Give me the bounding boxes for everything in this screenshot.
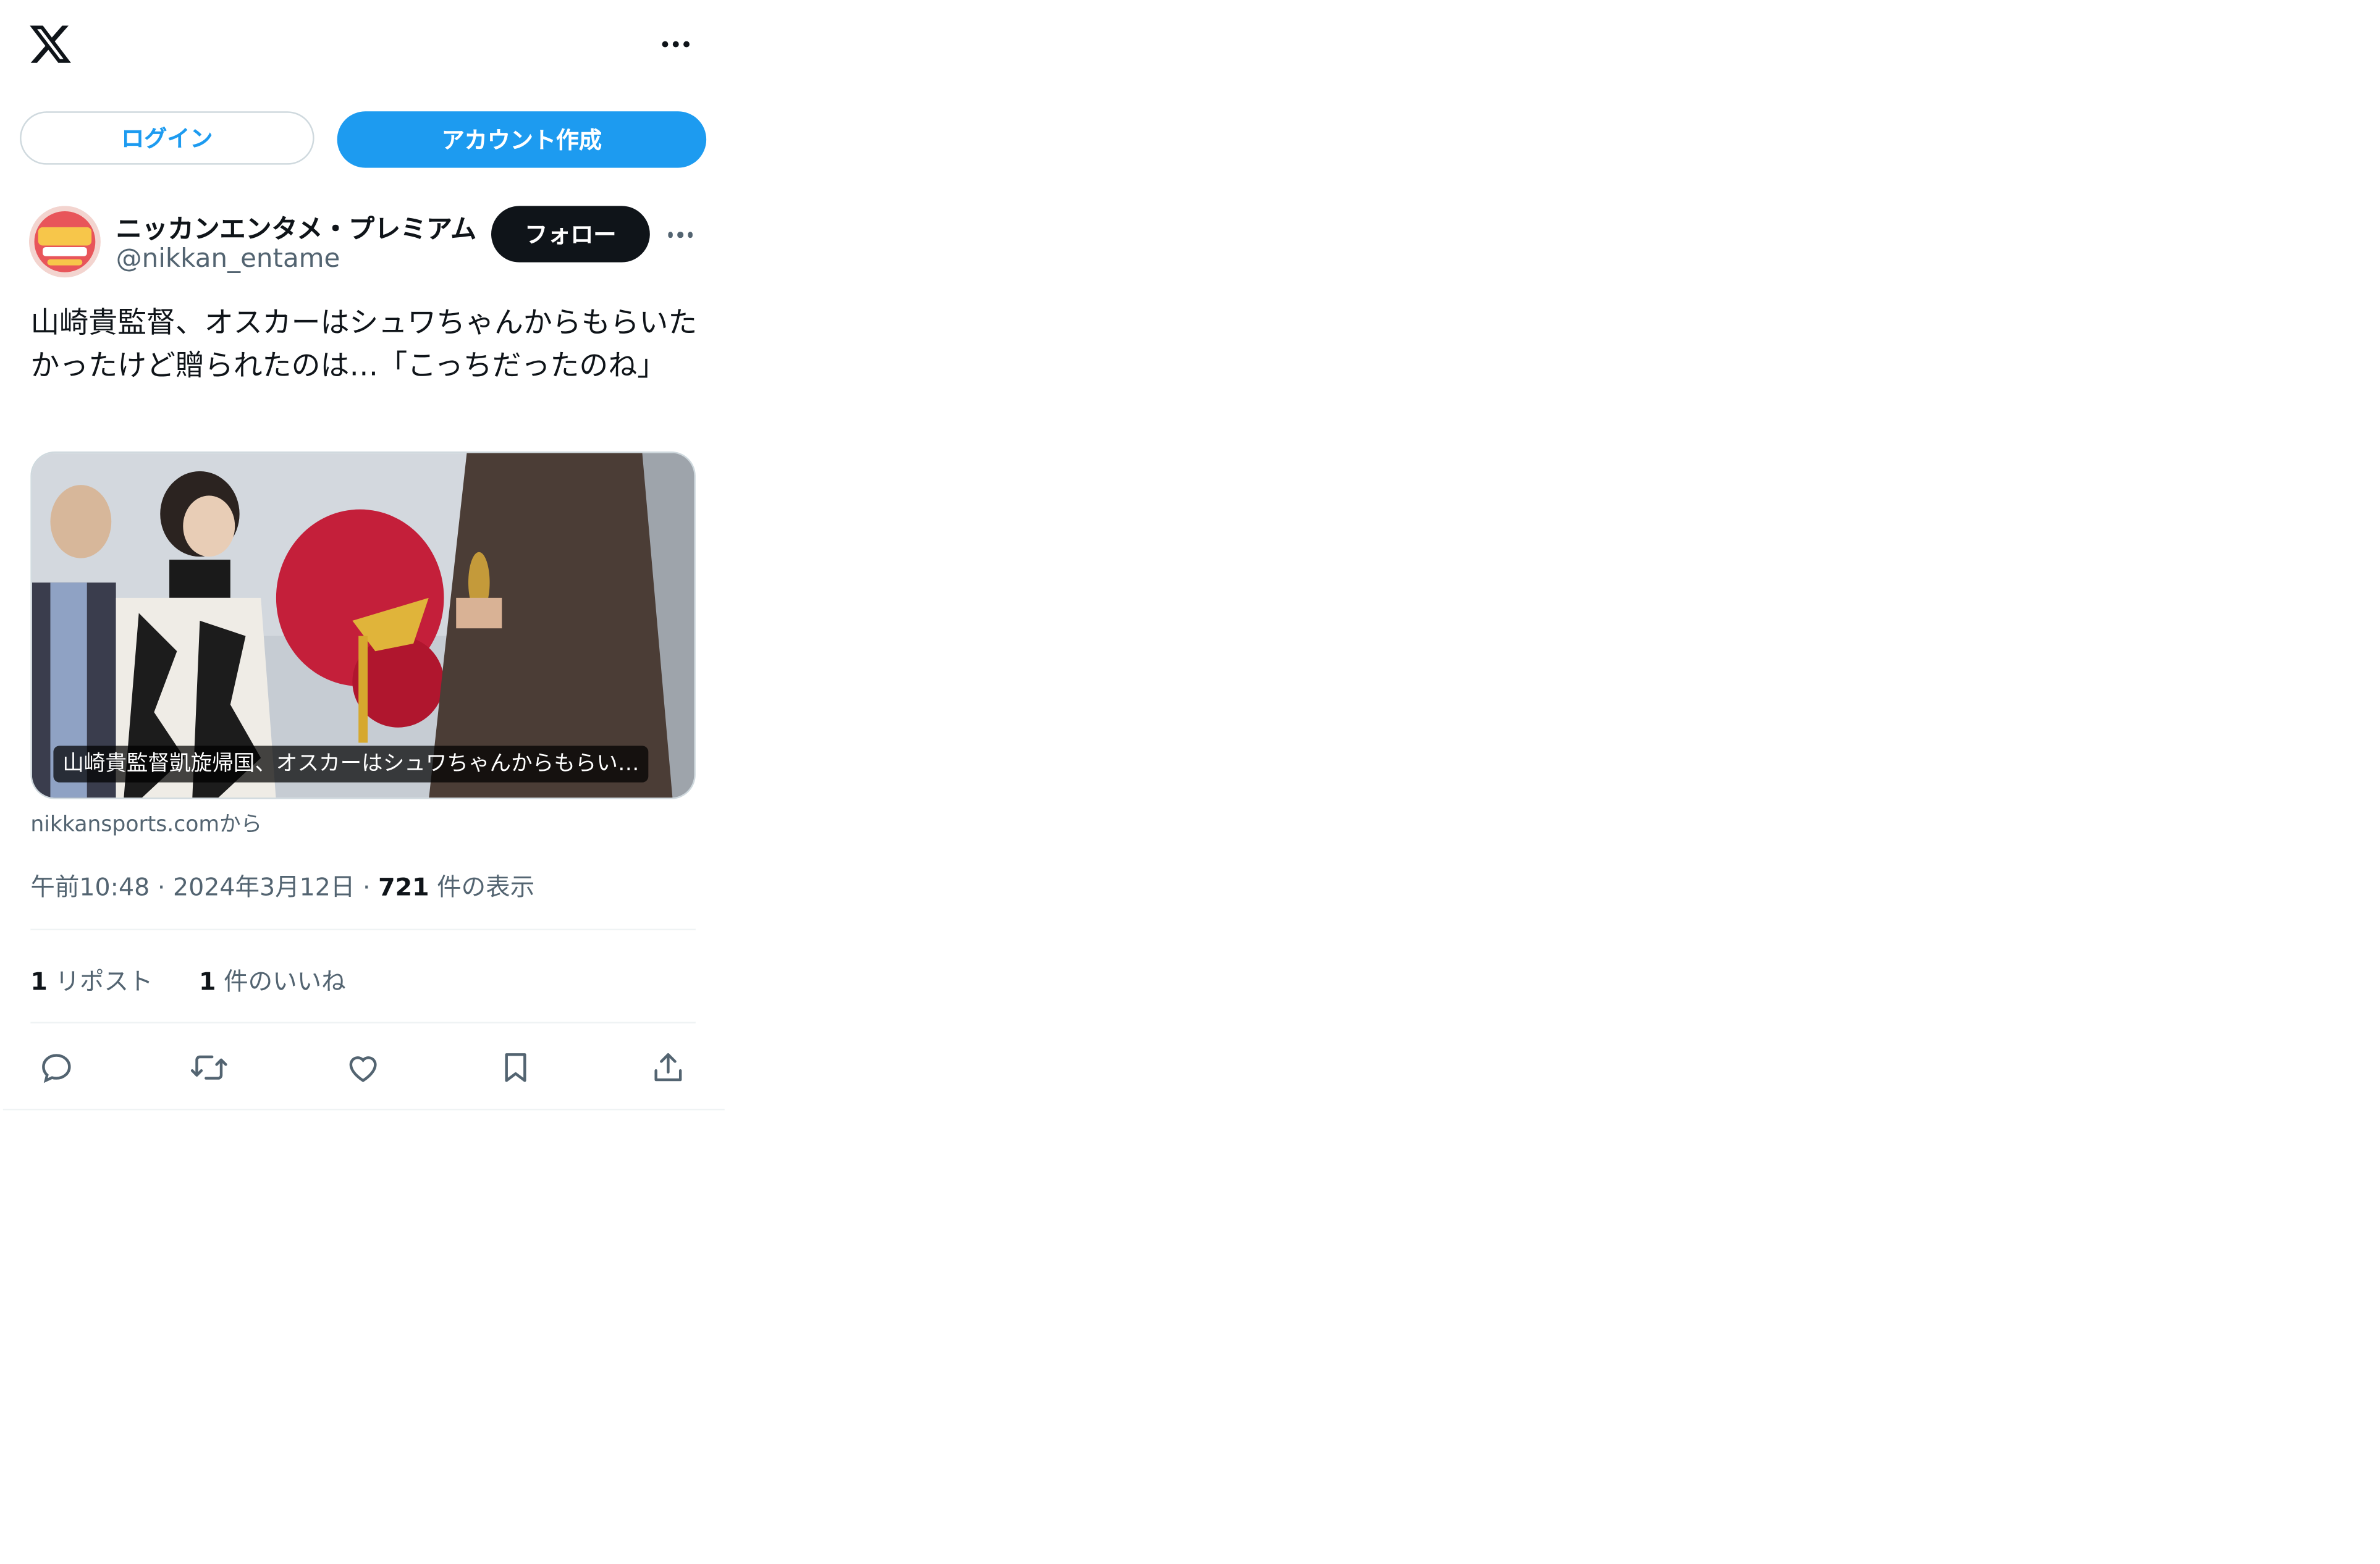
like-icon[interactable]	[337, 1041, 389, 1093]
divider	[2, 1108, 725, 1111]
tweet-text: 山崎貴監督、オスカーはシュワちゃんからもらいたかったけど贈られたのは…「こっちだ…	[30, 306, 698, 383]
tweet-more-icon[interactable]	[659, 218, 702, 251]
create-account-button[interactable]: アカウント作成	[337, 111, 707, 168]
reposts-label: リポスト	[55, 967, 153, 996]
card-caption: 山崎貴監督凱旋帰国、オスカーはシュワちゃんからもらい…	[53, 746, 649, 783]
x-logo-icon[interactable]	[27, 22, 73, 67]
likes-link[interactable]: 1 件のいいね	[199, 967, 346, 996]
reposts-link[interactable]: 1 リポスト	[30, 967, 161, 996]
link-card[interactable]: 山崎貴監督凱旋帰国、オスカーはシュワちゃんからもらい…	[30, 451, 696, 799]
action-bar	[0, 1041, 725, 1093]
views-count: 721	[378, 872, 429, 902]
tweet-meta: 午前10:48 · 2024年3月12日 · 721 件の表示	[30, 866, 534, 902]
divider	[30, 928, 696, 931]
divider	[30, 1022, 696, 1024]
tweet-date[interactable]: 2024年3月12日	[173, 872, 355, 901]
login-button[interactable]: ログイン	[20, 111, 314, 165]
likes-count: 1	[199, 967, 216, 996]
reposts-count: 1	[30, 967, 48, 996]
card-source[interactable]: nikkansports.comから	[30, 809, 262, 839]
avatar[interactable]	[28, 206, 101, 278]
views-label: 件の表示	[437, 872, 535, 902]
meta-separator: ·	[157, 872, 173, 902]
author-name[interactable]: ニッカンエンタメ・プレミアム	[116, 208, 476, 245]
more-icon[interactable]	[653, 27, 699, 61]
follow-button[interactable]: フォロー	[491, 206, 650, 263]
tweet-time[interactable]: 午前10:48	[30, 872, 150, 901]
top-bar	[0, 0, 725, 91]
reply-icon[interactable]	[30, 1041, 82, 1093]
meta-separator: ·	[363, 872, 379, 902]
share-icon[interactable]	[642, 1041, 694, 1093]
likes-label: 件のいいね	[224, 967, 346, 996]
bookmark-icon[interactable]	[490, 1041, 542, 1093]
retweet-icon[interactable]	[183, 1041, 235, 1093]
author-handle[interactable]: @nikkan_entame	[116, 244, 340, 274]
engagement-stats: 1 リポスト 1 件のいいね	[30, 961, 345, 997]
